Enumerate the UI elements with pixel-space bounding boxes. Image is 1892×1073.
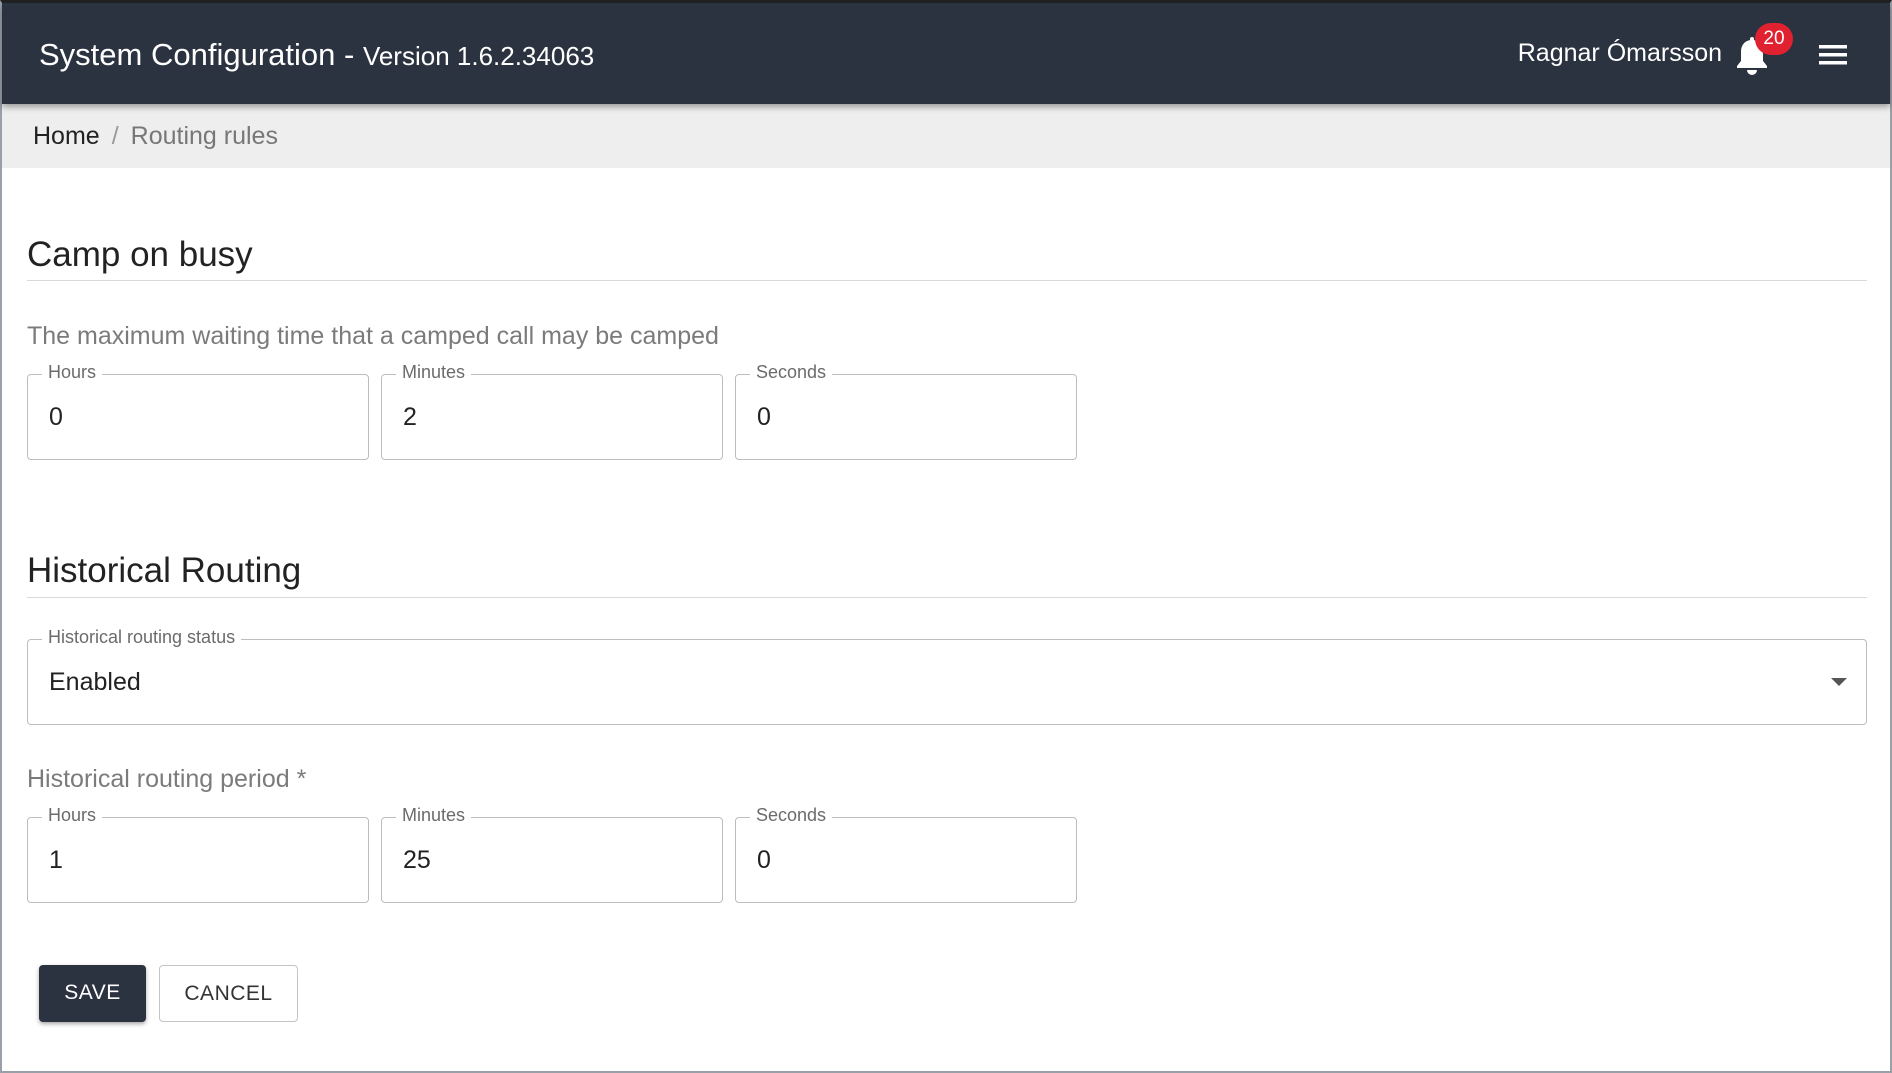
save-button[interactable]: SAVE — [39, 965, 146, 1022]
caret-down-icon[interactable] — [1831, 678, 1847, 686]
top-app-bar: System Configuration - Version 1.6.2.340… — [2, 3, 1890, 104]
historical-seconds-label: Seconds — [750, 805, 833, 826]
camp-seconds-field[interactable]: Seconds 0 — [735, 362, 1077, 460]
historical-hours-label: Hours — [42, 805, 103, 826]
hamburger-menu-icon[interactable] — [1816, 41, 1850, 69]
cancel-button[interactable]: CANCEL — [159, 965, 298, 1022]
camp-on-busy-title: Camp on busy — [27, 235, 253, 274]
camp-hours-field[interactable]: Hours 0 — [27, 362, 369, 460]
historical-routing-period-label: Historical routing period * — [27, 765, 307, 793]
breadcrumb-home-link[interactable]: Home — [33, 122, 100, 150]
notification-count-badge: 20 — [1755, 23, 1793, 55]
historical-hours-field[interactable]: Hours 1 — [27, 805, 369, 903]
breadcrumb-current: Routing rules — [130, 122, 278, 150]
historical-hours-value[interactable]: 1 — [49, 846, 63, 875]
historical-routing-status-value[interactable]: Enabled — [49, 668, 141, 697]
historical-minutes-label: Minutes — [396, 805, 472, 826]
historical-seconds-field[interactable]: Seconds 0 — [735, 805, 1077, 903]
camp-on-busy-description: The maximum waiting time that a camped c… — [27, 322, 719, 350]
camp-minutes-label: Minutes — [396, 362, 472, 383]
camp-on-busy-divider — [27, 280, 1867, 281]
historical-minutes-value[interactable]: 25 — [403, 846, 431, 875]
breadcrumb: Home / Routing rules — [33, 122, 278, 151]
main-content: Camp on busy The maximum waiting time th… — [2, 168, 1890, 1071]
historical-routing-title: Historical Routing — [27, 551, 302, 590]
app-window: System Configuration - Version 1.6.2.340… — [0, 0, 1892, 1073]
historical-routing-status-label: Historical routing status — [42, 627, 242, 648]
historical-seconds-value[interactable]: 0 — [757, 846, 771, 875]
camp-hours-label: Hours — [42, 362, 103, 383]
camp-minutes-field[interactable]: Minutes 2 — [381, 362, 723, 460]
camp-seconds-value[interactable]: 0 — [757, 403, 771, 432]
camp-hours-value[interactable]: 0 — [49, 403, 63, 432]
historical-routing-divider — [27, 597, 1867, 598]
camp-minutes-value[interactable]: 2 — [403, 403, 417, 432]
camp-seconds-label: Seconds — [750, 362, 833, 383]
app-title: System Configuration - Version 1.6.2.340… — [39, 37, 594, 73]
app-version: Version 1.6.2.34063 — [362, 41, 595, 71]
user-name[interactable]: Ragnar Ómarsson — [1518, 39, 1722, 68]
historical-routing-status-select[interactable]: Historical routing status Enabled — [27, 627, 1867, 725]
app-title-text: System Configuration - — [39, 37, 355, 72]
historical-minutes-field[interactable]: Minutes 25 — [381, 805, 723, 903]
breadcrumb-separator: / — [111, 122, 119, 150]
breadcrumb-bar: Home / Routing rules — [2, 104, 1890, 168]
